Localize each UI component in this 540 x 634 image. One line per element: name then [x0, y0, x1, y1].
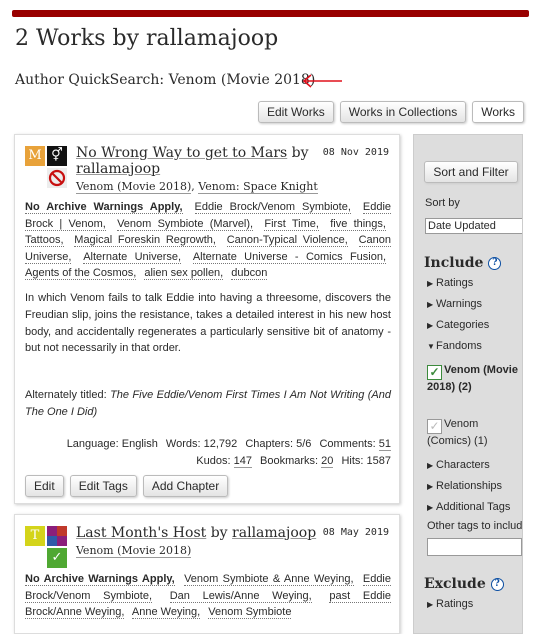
- tag-link[interactable]: Magical Foreskin Regrowth,: [74, 234, 216, 247]
- annotation-arrow-icon: [302, 74, 342, 88]
- help-icon[interactable]: ?: [488, 257, 502, 270]
- filter-warnings-toggle[interactable]: ▶ Warnings: [427, 298, 482, 310]
- tag-link[interactable]: Canon-Typical Violence,: [226, 234, 348, 247]
- other-tags-label: Other tags to include: [427, 520, 523, 532]
- tag-link[interactable]: Venom Symbiote (Marvel),: [117, 217, 254, 231]
- by-text: by: [291, 145, 309, 161]
- author-link[interactable]: rallamajoop: [76, 161, 160, 177]
- tag-link[interactable]: Venom Symbiote: [208, 606, 292, 619]
- work-title-link[interactable]: Last Month's Host: [76, 525, 206, 541]
- sort-and-filter-button[interactable]: Sort and Filter: [424, 161, 518, 183]
- required-tags[interactable]: T ✓: [25, 526, 67, 568]
- filter-fandoms-toggle[interactable]: ▼Fandoms: [427, 340, 482, 352]
- exclude-ratings-toggle[interactable]: ▶ Ratings: [427, 598, 473, 610]
- works-button[interactable]: Works: [472, 101, 524, 123]
- work-blurb: M ⚥ No Wrong Way to get to Mars by ralla…: [14, 134, 400, 504]
- work-date: 08 May 2019: [322, 527, 389, 538]
- filter-additional-tags-toggle[interactable]: ▶ Additional Tags: [427, 501, 510, 513]
- tag-link[interactable]: dubcon: [231, 267, 268, 280]
- tag-link[interactable]: Venom Symbiote & Anne Weying,: [184, 573, 354, 586]
- other-tags-input[interactable]: [427, 538, 522, 556]
- tag-link[interactable]: alien sex pollen,: [144, 267, 224, 280]
- add-chapter-button[interactable]: Add Chapter: [142, 475, 229, 497]
- tag-link[interactable]: Alternate Universe,: [83, 250, 182, 264]
- fandom-list: Venom (Movie 2018), Venom: Space Knight: [76, 180, 318, 194]
- warning-blank-icon: [25, 168, 45, 188]
- tag-list: No Archive Warnings Apply, Eddie Brock/V…: [25, 199, 392, 282]
- category-multi-icon: ⚥: [47, 146, 67, 166]
- filter-ratings-toggle[interactable]: ▶ Ratings: [427, 277, 473, 289]
- tag-link[interactable]: Agents of the Cosmos,: [25, 267, 137, 280]
- filter-categories-toggle[interactable]: ▶ Categories: [427, 319, 489, 331]
- filter-characters-toggle[interactable]: ▶ Characters: [427, 459, 490, 471]
- exclude-heading: Exclude ?: [424, 576, 504, 592]
- author-link[interactable]: rallamajoop: [232, 525, 316, 541]
- comments-count-link[interactable]: 51: [378, 438, 391, 451]
- tag-link[interactable]: Eddie Brock/Venom Symbiote,: [194, 201, 351, 214]
- work-blurb: T ✓ Last Month's Host by rallamajoop 08 …: [14, 514, 400, 634]
- work-summary: In which Venom fails to talk Eddie into …: [25, 292, 391, 355]
- tag-link[interactable]: Alternate Universe - Comics Fusion,: [192, 250, 387, 264]
- fandom-link[interactable]: Venom: Space Knight: [198, 180, 318, 194]
- warning-blank-icon: [25, 548, 45, 568]
- category-multi-icon: [47, 526, 67, 546]
- page-title: 2 Works by rallamajoop: [15, 26, 279, 51]
- by-text: by: [210, 525, 228, 541]
- work-date: 08 Nov 2019: [322, 147, 389, 158]
- warning-tag[interactable]: No Archive Warnings Apply,: [25, 201, 183, 214]
- fandom-link[interactable]: Venom (Movie 2018): [76, 180, 192, 194]
- filter-sidebar: Sort and Filter Sort by Date Updated Inc…: [413, 134, 523, 634]
- fandom-option-venom-movie[interactable]: ✓ Venom (Movie 2018) (2): [427, 363, 522, 395]
- edit-works-button[interactable]: Edit Works: [257, 101, 334, 123]
- choose-not-to-warn-icon: [47, 168, 67, 188]
- top-accent-bar: [12, 10, 529, 17]
- edit-button[interactable]: Edit: [25, 475, 64, 497]
- fandom-list: Venom (Movie 2018): [76, 544, 192, 558]
- work-title-link[interactable]: No Wrong Way to get to Mars: [76, 145, 287, 161]
- work-heading: No Wrong Way to get to Mars by rallamajo…: [76, 145, 326, 177]
- checkbox-checked-icon[interactable]: ✓: [427, 365, 442, 380]
- author-quicksearch: Author QuickSearch: Venom (Movie 2018): [15, 72, 316, 88]
- work-actions: Edit Edit Tags Add Chapter: [25, 475, 229, 497]
- tag-link[interactable]: Anne Weying,: [131, 606, 201, 619]
- include-heading: Include ?: [424, 255, 502, 271]
- sort-by-label: Sort by: [425, 197, 460, 209]
- sort-by-select[interactable]: Date Updated: [425, 218, 522, 234]
- work-heading: Last Month's Host by rallamajoop: [76, 525, 326, 541]
- no-warnings-icon: ✓: [47, 548, 67, 568]
- tag-link[interactable]: Dan Lewis/Anne Weying,: [169, 589, 312, 603]
- kudos-count-link[interactable]: 147: [233, 454, 252, 468]
- edit-tags-button[interactable]: Edit Tags: [69, 475, 137, 497]
- rating-teen-icon: T: [25, 526, 45, 546]
- works-in-collections-button[interactable]: Works in Collections: [339, 101, 467, 123]
- tag-link[interactable]: Tattoos,: [25, 234, 64, 247]
- bookmarks-count-link[interactable]: 20: [321, 454, 334, 468]
- work-stats: Language: English Words: 12,792 Chapters…: [66, 438, 391, 468]
- tag-list: No Archive Warnings Apply, Venom Symbiot…: [25, 571, 392, 621]
- required-tags[interactable]: M ⚥: [25, 146, 67, 188]
- checkbox-unchecked-icon[interactable]: ✓: [427, 419, 442, 434]
- works-nav: Edit Works Works in Collections Works: [257, 101, 524, 123]
- help-icon[interactable]: ?: [490, 578, 504, 591]
- filter-relationships-toggle[interactable]: ▶ Relationships: [427, 480, 502, 492]
- fandom-link[interactable]: Venom (Movie 2018): [76, 544, 192, 558]
- alternate-title: Alternately titled: The Five Eddie/Venom…: [25, 389, 391, 418]
- warning-tag[interactable]: No Archive Warnings Apply,: [25, 573, 175, 586]
- rating-mature-icon: M: [25, 146, 45, 166]
- fandom-option-venom-comics[interactable]: ✓ Venom (Comics) (1): [427, 417, 522, 449]
- tag-link[interactable]: First Time,: [264, 217, 319, 231]
- tag-link[interactable]: five things,: [330, 217, 386, 231]
